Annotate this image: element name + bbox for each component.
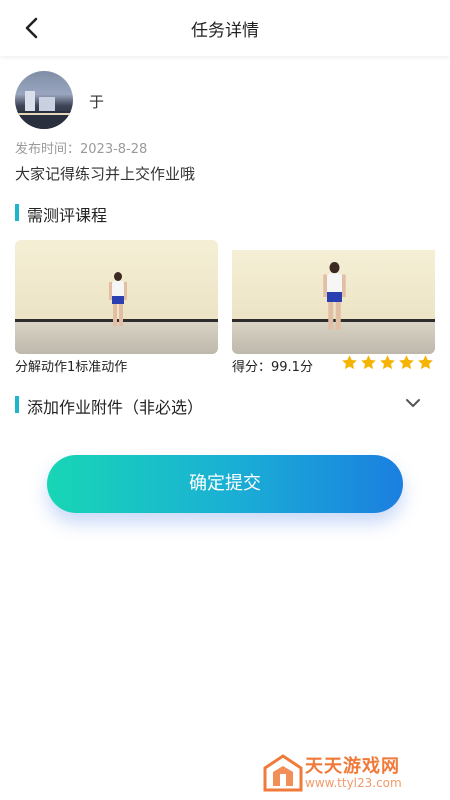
page-title: 任务详情	[191, 21, 259, 41]
star-icon	[361, 355, 376, 370]
section-title-courses: 需测评课程	[15, 202, 107, 226]
section-title-label: 添加作业附件（非必选）	[27, 398, 204, 417]
star-icon	[418, 355, 433, 370]
submit-button[interactable]: 确定提交	[47, 455, 403, 513]
video-thumbnail-standard[interactable]	[15, 240, 218, 354]
star-rating	[341, 354, 436, 372]
dancer-figure	[322, 262, 347, 332]
star-icon	[399, 355, 414, 370]
section-title-label: 需测评课程	[27, 206, 108, 225]
star-icon	[342, 355, 357, 370]
score-text: 得分：99.1分	[232, 360, 313, 375]
watermark-text: 天天游戏网	[305, 756, 400, 777]
user-name: 于	[89, 93, 105, 111]
publish-time: 发布时间：2023-8-28	[15, 142, 148, 157]
star-icon	[380, 355, 395, 370]
avatar	[15, 71, 73, 129]
video-caption: 分解动作1标准动作	[15, 360, 128, 375]
section-accent-bar	[15, 396, 19, 413]
section-title-attachment[interactable]: 添加作业附件（非必选）	[15, 394, 203, 418]
video-thumbnail-submitted[interactable]	[232, 240, 435, 354]
chevron-down-icon[interactable]	[404, 396, 422, 410]
section-accent-bar	[15, 204, 19, 221]
top-nav-bar: 任务详情	[0, 0, 450, 56]
dancer-figure	[108, 272, 128, 328]
task-description: 大家记得练习并上交作业哦	[15, 165, 196, 183]
watermark-url: www.ttyl23.com	[305, 776, 402, 790]
